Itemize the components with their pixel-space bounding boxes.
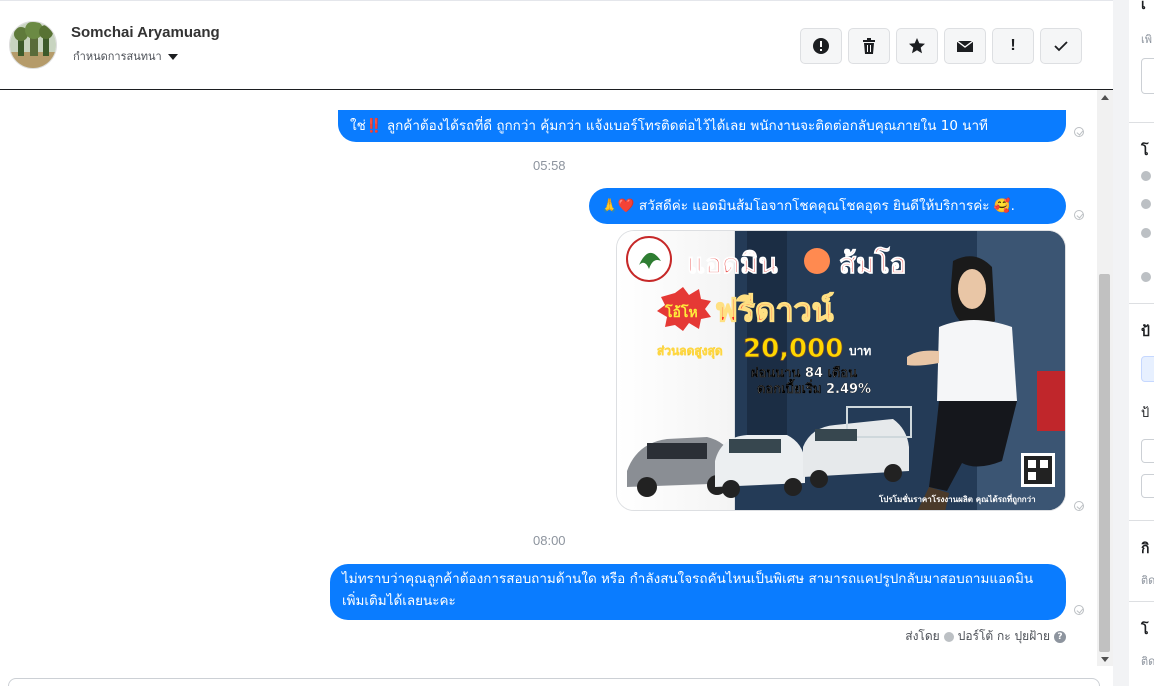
briefcase-icon — [1141, 199, 1151, 209]
promo-discount-value: 20,000 — [743, 334, 843, 364]
message-text: ไม่ทราบว่าคุณลูกค้าต้องการสอบถามด้านใด ห… — [342, 571, 1034, 609]
details-input[interactable] — [1141, 58, 1154, 94]
delete-button[interactable] — [848, 28, 890, 64]
promo-headline: แอดมิน — [687, 247, 778, 280]
details-heading: เ — [1141, 0, 1146, 13]
contact-avatar[interactable] — [9, 21, 57, 69]
assign-conversation-dropdown[interactable]: กำหนดการสนทนา — [73, 47, 178, 65]
label-checkbox[interactable] — [1141, 474, 1154, 498]
promo-discount-unit: บาท — [849, 344, 871, 358]
promo-title: ฟรีดาวน์ — [715, 291, 834, 329]
label-checkbox[interactable] — [1141, 439, 1154, 463]
contact-name[interactable]: Somchai Aryamuang — [71, 24, 220, 41]
inbox-window: Somchai Aryamuang กำหนดการสนทนา ! ใช่‼️ … — [0, 0, 1154, 686]
message-bubble[interactable]: 🙏❤️ สวัสดีค่ะ แอดมินส้มโอจากโชคคุณโชคอุด… — [589, 188, 1066, 224]
location-icon — [1141, 228, 1151, 238]
message-thread[interactable]: ใช่‼️ ลูกค้าต้องได้รถที่ดี ถูกกว่า คุ้มก… — [0, 90, 1097, 666]
scroll-up-arrow-icon[interactable] — [1101, 95, 1109, 100]
activity-subtext: ติด — [1141, 574, 1154, 587]
exclamation-icon: ! — [1010, 37, 1016, 54]
notes-subtext: ติด — [1141, 655, 1154, 668]
contact-details-panel: เ เพิ โ ป้ ป้ กิ ติด โ ติด — [1113, 0, 1154, 686]
caret-down-icon — [167, 53, 178, 60]
read-receipt-icon — [1074, 605, 1084, 615]
star-button[interactable] — [896, 28, 938, 64]
clock-icon — [1141, 171, 1151, 181]
message-text: 🙏❤️ สวัสดีค่ะ แอดมินส้มโอจากโชคคุณโชคอุด… — [601, 198, 1015, 214]
promo-image[interactable]: แอดมิน ส้มโอ โอ้โห ฟรีดาวน์ ส่วนลดสูงสุด… — [616, 230, 1066, 511]
star-icon — [909, 38, 925, 54]
promo-footer: โปรโมชั่นราคาโรงงานผลิต คุณได้รถที่ถูกกว… — [878, 493, 1036, 505]
timestamp: 08:00 — [533, 533, 566, 548]
details-subtext: เพิ — [1141, 33, 1153, 46]
alert-circle-icon — [813, 38, 829, 54]
message-bubble[interactable]: ใช่‼️ ลูกค้าต้องได้รถที่ดี ถูกกว่า คุ้มก… — [338, 110, 1066, 142]
assign-label: กำหนดการสนทนา — [73, 50, 162, 63]
conversation-header: Somchai Aryamuang กำหนดการสนทนา ! — [0, 0, 1113, 90]
notes-heading: โ — [1141, 622, 1149, 638]
divider — [1129, 303, 1154, 304]
read-receipt-icon — [1074, 501, 1084, 511]
timestamp: 05:58 — [533, 158, 566, 173]
promo-badge: โอ้โห — [664, 303, 698, 321]
labels-subtext: ป้ — [1141, 406, 1150, 421]
label-chip[interactable] — [1141, 356, 1154, 382]
envelope-icon — [956, 40, 974, 52]
divider — [1129, 520, 1154, 521]
trash-icon — [863, 38, 875, 54]
sent-by-prefix: ส่งโดย — [905, 629, 940, 643]
promo-headline-2: ส้มโอ — [839, 246, 906, 280]
activity-heading: กิ — [1141, 541, 1150, 557]
location-icon — [1141, 272, 1151, 282]
mark-done-button[interactable] — [1040, 28, 1082, 64]
promo-discount-label: ส่วนลดสูงสุด — [657, 344, 723, 359]
divider — [1129, 601, 1154, 602]
conversation-toolbar: ! — [800, 28, 1082, 64]
message-text: ใช่‼️ ลูกค้าต้องได้รถที่ดี ถูกกว่า คุ้มก… — [350, 118, 988, 134]
checkmark-icon — [1054, 41, 1068, 52]
message-bubble[interactable]: ไม่ทราบว่าคุณลูกค้าต้องการสอบถามด้านใด ห… — [330, 564, 1066, 620]
scroll-thumb[interactable] — [1099, 274, 1110, 652]
follow-up-button[interactable]: ! — [992, 28, 1034, 64]
read-receipt-icon — [1074, 127, 1084, 137]
mark-spam-button[interactable] — [800, 28, 842, 64]
help-icon[interactable]: ? — [1054, 630, 1066, 643]
sender-name[interactable]: ปอร์โต้ กะ ปุยฝ้าย — [958, 627, 1050, 646]
promo-installment: ผ่อนนาน 84 เดือน — [751, 365, 857, 381]
mark-unread-button[interactable] — [944, 28, 986, 64]
contact-info-heading: โ — [1141, 143, 1149, 159]
message-composer[interactable] — [8, 678, 1100, 686]
sender-check-icon — [943, 631, 954, 642]
read-receipt-icon — [1074, 210, 1084, 220]
divider — [1129, 122, 1154, 123]
sent-by-info: ส่งโดย ปอร์โต้ กะ ปุยฝ้าย ? — [905, 627, 1066, 646]
labels-heading: ป้ — [1141, 324, 1150, 340]
scroll-down-arrow-icon[interactable] — [1101, 657, 1109, 662]
thread-scrollbar[interactable] — [1097, 90, 1113, 666]
contact-details-card: เ เพิ โ ป้ ป้ กิ ติด โ ติด — [1129, 0, 1154, 686]
